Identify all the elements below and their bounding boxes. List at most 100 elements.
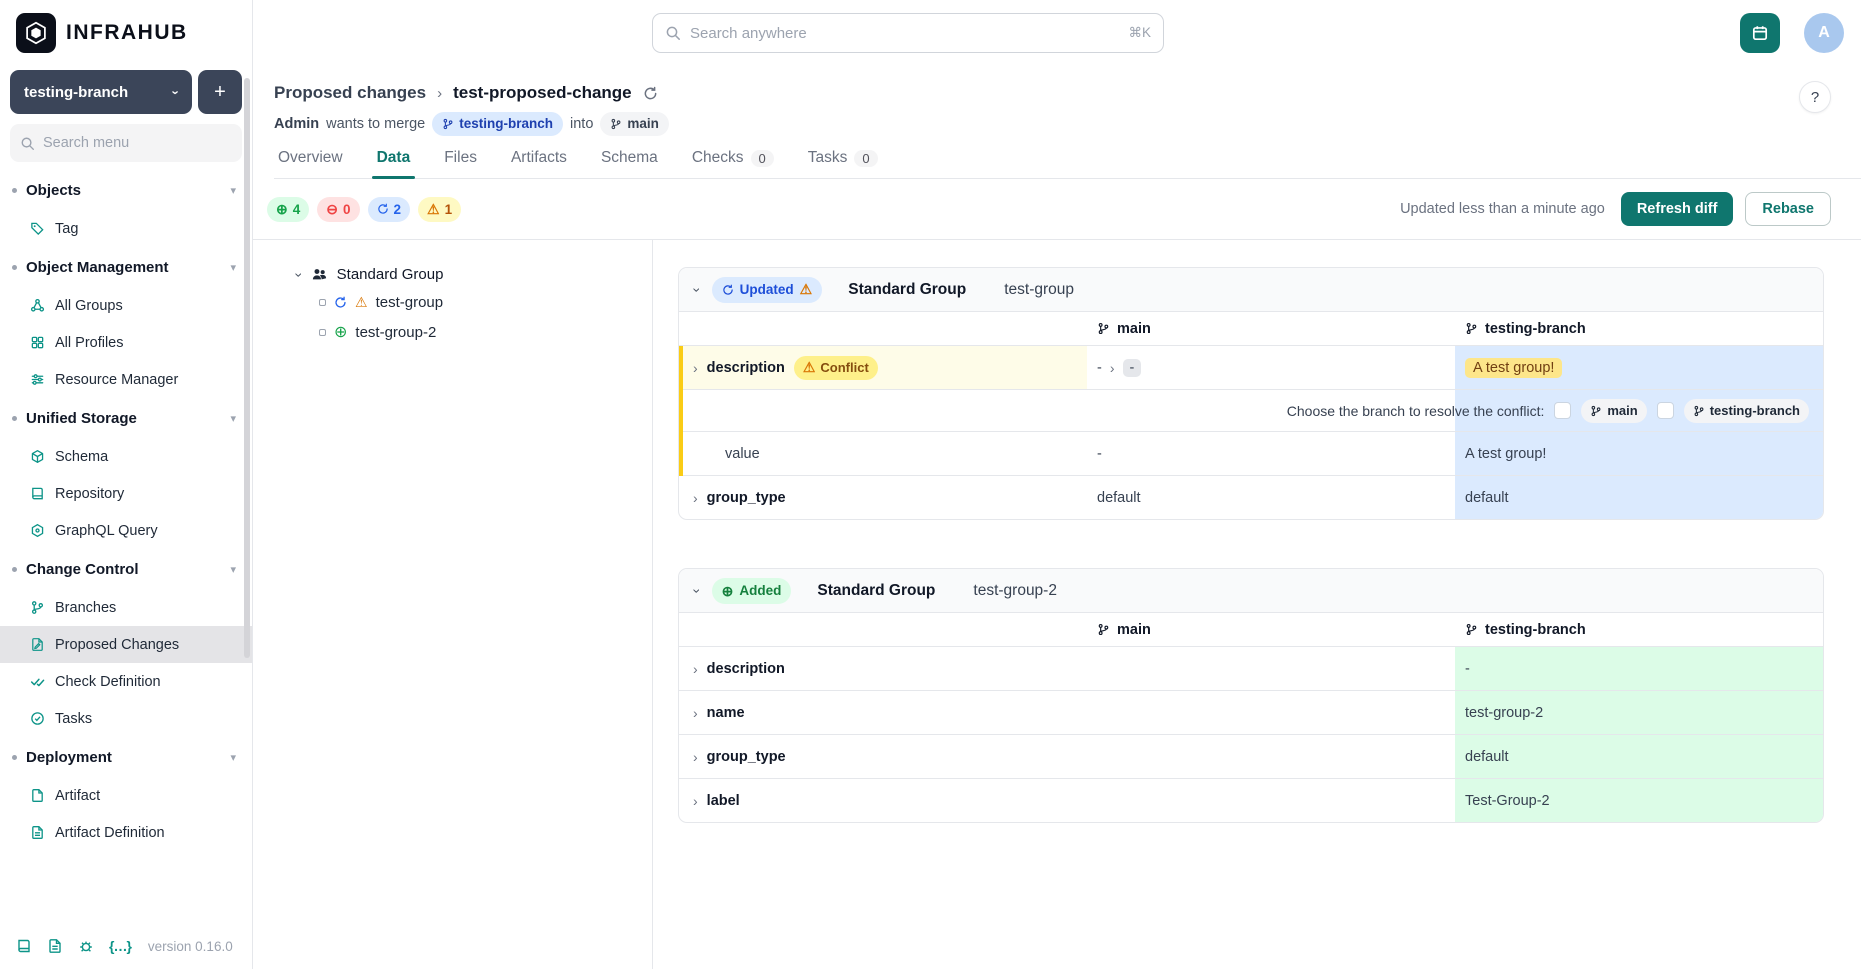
diff-row-name[interactable]: ›name test-group-2 [679,691,1823,735]
conflict-count-badge: ⚠1 [418,197,461,222]
diff-card-test-group-2: › ⊕ Added Standard Group test-group-2 ma… [678,568,1824,823]
chevron-down-icon[interactable]: › [690,287,704,292]
sidebar-item-schema[interactable]: Schema [0,438,252,475]
object-kind: Standard Group [848,281,966,299]
warning-icon: ⚠ [427,201,440,218]
diff-row-value: value - A test group! [679,432,1823,476]
git-branch-icon [442,118,454,130]
sidebar-item-all-groups[interactable]: All Groups [0,287,252,324]
sidebar-scrollbar[interactable] [244,78,250,658]
nav-section-objects[interactable]: Objects ▾ [0,170,252,210]
git-branch-icon [1465,623,1478,636]
warning-icon: ⚠ [803,359,816,376]
object-name: test-group-2 [973,582,1057,600]
resolve-main-badge[interactable]: main [1581,399,1646,423]
sidebar-item-tag[interactable]: Tag [0,210,252,247]
profiles-grid-icon [30,335,45,350]
diff-card-header[interactable]: › Updated ⚠ Standard Group test-group [679,268,1823,312]
code-braces-icon[interactable]: {…} [109,938,131,954]
sidebar-item-label: Tasks [55,711,92,727]
tree-node-test-group-2[interactable]: ⊕ test-group-2 [319,324,652,341]
diff-row-group-type[interactable]: › group_type default default [679,476,1823,519]
menu-search[interactable] [10,124,242,162]
schedule-button[interactable] [1740,13,1780,53]
breadcrumb-root[interactable]: Proposed changes [274,83,426,103]
tree-node-test-group[interactable]: ⚠ test-group [319,294,652,311]
chevron-down-icon[interactable]: › [292,272,306,277]
diff-card-header[interactable]: › ⊕ Added Standard Group test-group-2 [679,569,1823,613]
sidebar-item-artifact-definition[interactable]: Artifact Definition [0,814,252,851]
main-value-cell [1087,735,1455,778]
readme-file-icon[interactable] [47,938,63,954]
sidebar-item-graphql-query[interactable]: GraphQL Query [0,512,252,549]
sidebar-footer: {…} version 0.16.0 [0,923,252,969]
infrahub-logo-icon [16,13,56,53]
tree-node-standard-group[interactable]: › Standard Group [297,266,652,283]
diff-row-description[interactable]: › description ⚠Conflict - › - A test gro… [679,346,1823,390]
sidebar-item-all-profiles[interactable]: All Profiles [0,324,252,361]
chevron-right-icon[interactable]: › [693,750,698,764]
sync-icon [722,284,734,296]
topbar: ⌘K A [253,0,1861,66]
main-value-cell: - [1087,432,1455,475]
tab-bar: Overview Data Files Artifacts Schema Che… [274,149,1861,179]
chevron-right-icon[interactable]: › [693,361,698,375]
diff-toolbar: ⊕4 ⊖0 2 ⚠1 Updated less than a minute ag… [253,179,1861,239]
git-branch-icon [1097,322,1110,335]
tab-artifacts[interactable]: Artifacts [509,149,569,178]
nav-section-label: Change Control [26,561,230,578]
resolve-testing-branch-checkbox[interactable] [1657,402,1674,419]
add-branch-button[interactable]: + [198,70,242,114]
nav-section-label: Objects [26,182,230,199]
chevron-down-icon[interactable]: › [690,588,704,593]
branch-value-cell: Test-Group-2 [1455,779,1823,822]
diff-row-group-type[interactable]: ›group_type default [679,735,1823,779]
chevron-right-icon[interactable]: › [693,491,698,505]
chevron-right-icon[interactable]: › [693,794,698,808]
help-button[interactable]: ? [1799,81,1831,113]
nav-section-label: Object Management [26,259,230,276]
chevron-right-icon[interactable]: › [693,706,698,720]
nav-section-object-management[interactable]: Object Management ▾ [0,247,252,287]
sidebar-item-resource-manager[interactable]: Resource Manager [0,361,252,398]
tab-files[interactable]: Files [442,149,479,178]
resolve-main-checkbox[interactable] [1554,402,1571,419]
added-count-badge: ⊕4 [267,197,309,222]
bullet-icon [12,416,17,421]
refresh-diff-button[interactable]: Refresh diff [1621,192,1734,226]
property-name: value [725,446,760,462]
sidebar-item-check-definition[interactable]: Check Definition [0,663,252,700]
tab-overview[interactable]: Overview [276,149,345,178]
tab-schema[interactable]: Schema [599,149,660,178]
global-search[interactable]: ⌘K [652,13,1164,53]
diff-row-label[interactable]: ›label Test-Group-2 [679,779,1823,822]
chevron-right-icon[interactable]: › [693,662,698,676]
global-search-input[interactable] [690,25,1119,42]
nav-section-unified-storage[interactable]: Unified Storage ▾ [0,398,252,438]
avatar[interactable]: A [1804,13,1844,53]
tab-data[interactable]: Data [375,149,413,178]
diff-row-description[interactable]: ›description - [679,647,1823,691]
app-logo[interactable]: INFRAHUB [0,0,252,66]
sidebar-item-artifact[interactable]: Artifact [0,777,252,814]
repository-book-icon [30,486,45,501]
menu-search-input[interactable] [43,135,232,151]
main-area: ⌘K A Proposed changes › test-proposed-ch… [253,0,1861,969]
resolve-testing-branch-badge[interactable]: testing-branch [1684,399,1809,423]
tab-checks[interactable]: Checks0 [690,149,776,178]
nav-section-deployment[interactable]: Deployment ▾ [0,737,252,777]
bug-report-icon[interactable] [78,938,94,954]
docs-book-icon[interactable] [16,938,32,954]
sidebar-item-branches[interactable]: Branches [0,589,252,626]
sidebar-item-repository[interactable]: Repository [0,475,252,512]
sidebar-item-proposed-changes[interactable]: Proposed Changes [0,626,252,663]
tree-node-label: test-group [376,294,444,311]
refresh-icon[interactable] [643,86,658,101]
branch-selector[interactable]: testing-branch › [10,70,192,114]
git-branch-icon [1097,623,1110,636]
branch-value-cell: - [1455,647,1823,690]
tab-tasks[interactable]: Tasks0 [806,149,880,178]
sidebar-item-tasks[interactable]: Tasks [0,700,252,737]
rebase-button[interactable]: Rebase [1745,192,1831,226]
nav-section-change-control[interactable]: Change Control ▾ [0,549,252,589]
